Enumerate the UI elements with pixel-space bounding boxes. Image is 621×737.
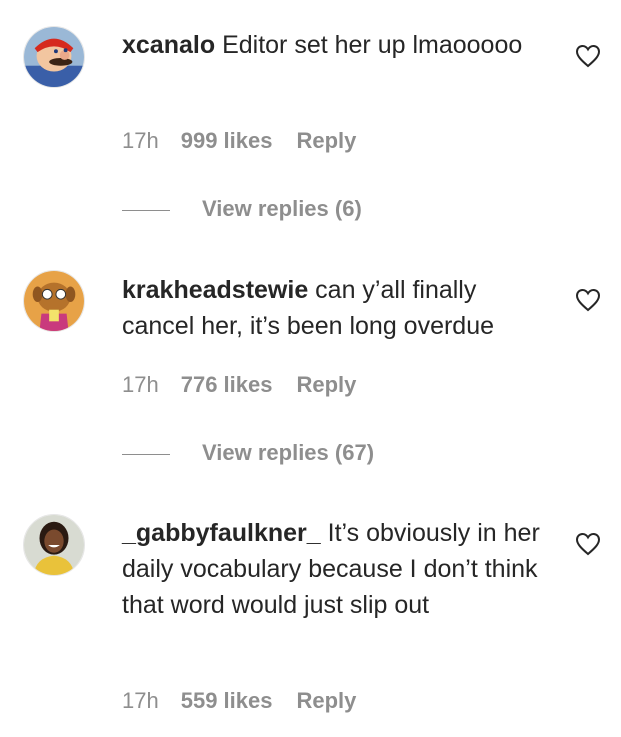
comment-text: _gabbyfaulkner_ It’s obviously in her da… bbox=[122, 515, 552, 623]
like-heart-icon[interactable] bbox=[575, 532, 601, 556]
comment-username[interactable]: krakheadstewie bbox=[122, 276, 308, 304]
like-heart-icon[interactable] bbox=[575, 288, 601, 312]
comment-time: 17h bbox=[122, 372, 159, 397]
comment-meta: 17h 559 likes Reply bbox=[122, 688, 356, 714]
comment-meta: 17h 776 likes Reply bbox=[122, 372, 356, 398]
comment-username[interactable]: _gabbyfaulkner_ bbox=[122, 519, 321, 547]
reply-button[interactable]: Reply bbox=[296, 688, 356, 714]
comment-likes[interactable]: 776 likes bbox=[181, 372, 273, 398]
comment-meta: 17h 999 likes Reply bbox=[122, 128, 356, 154]
avatar[interactable] bbox=[23, 270, 85, 332]
view-replies-label: View replies (67) bbox=[202, 440, 375, 465]
view-replies-button[interactable]: View replies (67) bbox=[122, 440, 374, 466]
comment-text: xcanalo Editor set her up lmaooooo bbox=[122, 27, 552, 63]
comment-username[interactable]: xcanalo bbox=[122, 31, 215, 59]
person-avatar-icon bbox=[24, 515, 84, 575]
comment-likes[interactable]: 999 likes bbox=[181, 128, 273, 154]
like-heart-icon[interactable] bbox=[575, 44, 601, 68]
reply-button[interactable]: Reply bbox=[296, 372, 356, 398]
comment-likes[interactable]: 559 likes bbox=[181, 688, 273, 714]
view-replies-label: View replies (6) bbox=[202, 196, 362, 221]
cartoon-character-avatar-icon bbox=[24, 271, 84, 331]
comment-time: 17h bbox=[122, 688, 159, 713]
comment-text: krakheadstewie can y’all finally cancel … bbox=[122, 272, 552, 344]
comment-body: Editor set her up lmaooooo bbox=[222, 31, 523, 59]
comment-time: 17h bbox=[122, 128, 159, 153]
view-replies-button[interactable]: View replies (6) bbox=[122, 196, 362, 222]
mario-avatar-icon bbox=[24, 27, 84, 87]
reply-button[interactable]: Reply bbox=[296, 128, 356, 154]
divider-line bbox=[122, 209, 170, 211]
avatar[interactable] bbox=[23, 514, 85, 576]
divider-line bbox=[122, 453, 170, 455]
avatar[interactable] bbox=[23, 26, 85, 88]
